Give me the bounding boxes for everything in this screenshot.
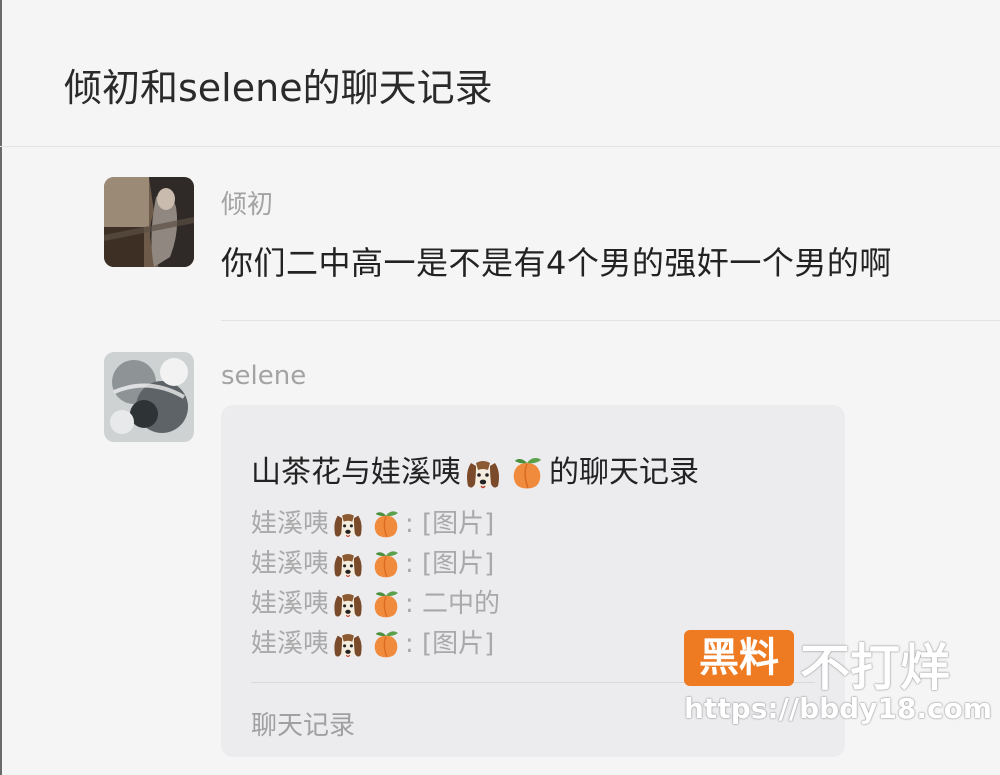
message-divider [221, 320, 1000, 321]
preview-line: 娃溪咦 : 二中的 [251, 584, 500, 624]
header: 倾初和selene的聊天记录 [0, 0, 1000, 147]
card-title: 山茶花与娃溪咦 的聊天记录 [251, 447, 699, 494]
preview-content: : [图片] [405, 509, 495, 539]
preview-line: 娃溪咦 : [图片] [251, 624, 500, 664]
peach-icon [369, 548, 403, 582]
watermark-badge: 黑料 [684, 630, 794, 686]
card-title-prefix: 山茶花与娃溪咦 [251, 455, 461, 490]
watermark-url: https://bbdy18.com [684, 692, 993, 725]
dog-face-icon [331, 508, 365, 542]
preview-line: 娃溪咦 : [图片] [251, 504, 500, 544]
card-footer-label: 聊天记录 [251, 711, 356, 741]
page-title: 倾初和selene的聊天记录 [64, 66, 493, 110]
sender-name: 倾初 [221, 190, 274, 220]
preview-sender: 娃溪咦 [251, 589, 330, 619]
peach-icon [369, 508, 403, 542]
preview-content: : 二中的 [405, 589, 501, 619]
peach-icon [369, 588, 403, 622]
card-title-suffix: 的聊天记录 [549, 455, 699, 490]
watermark-text: 不打烊 [800, 639, 950, 697]
avatar[interactable] [104, 177, 194, 267]
preview-content: : [图片] [405, 549, 495, 579]
peach-icon [507, 454, 547, 494]
dog-face-icon [331, 588, 365, 622]
sender-name: selene [221, 361, 307, 391]
preview-content: : [图片] [405, 629, 495, 659]
preview-sender: 娃溪咦 [251, 629, 330, 659]
preview-sender: 娃溪咦 [251, 549, 330, 579]
dog-face-icon [331, 548, 365, 582]
peach-icon [369, 628, 403, 662]
preview-line: 娃溪咦 : [图片] [251, 544, 500, 584]
chat-preview: 娃溪咦 : [图片] 娃溪咦 : [图片] 娃溪咦 : 二中的 娃溪咦 : [图片] [251, 504, 500, 664]
dog-face-icon [463, 454, 503, 494]
avatar[interactable] [104, 352, 194, 442]
message-text[interactable]: 你们二中高一是不是有4个男的强奸一个男的啊 [221, 238, 892, 284]
dog-face-icon [331, 628, 365, 662]
preview-sender: 娃溪咦 [251, 509, 330, 539]
watermark-badge-text: 黑料 [699, 635, 779, 681]
